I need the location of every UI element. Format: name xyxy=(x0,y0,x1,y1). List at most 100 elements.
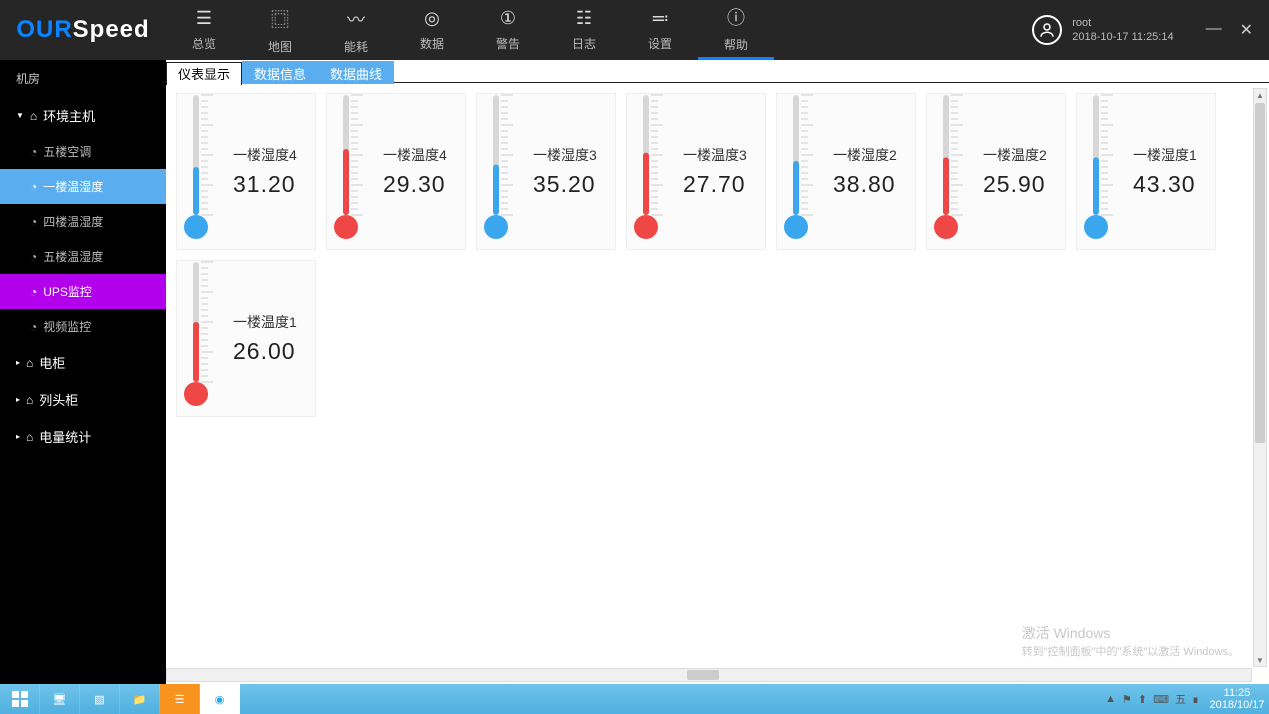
thermometer-icon xyxy=(477,100,529,243)
sidebar-group-1[interactable]: ▸⌂电柜 xyxy=(0,344,166,381)
sidebar-item-0-2[interactable]: ◔四楼温湿度 xyxy=(0,204,166,239)
topnav-label: 地图 xyxy=(268,38,292,55)
sidebar-item-label: 四楼温湿度 xyxy=(43,213,103,230)
close-button[interactable]: ✕ xyxy=(1240,20,1253,40)
bullet-icon: ◔ xyxy=(30,250,37,264)
gauge-card-7: 一楼温度1 26.00 xyxy=(176,260,316,417)
topnav-icon: ≕ xyxy=(651,8,669,29)
user-block[interactable]: root 2018-10-17 11:25:14 xyxy=(1032,15,1189,45)
gauge-label: 一楼湿度3 xyxy=(533,145,597,165)
tray-icon-1[interactable]: ⚑ xyxy=(1122,693,1132,706)
sidebar-item-0-3[interactable]: ◔ 五楼温湿度 xyxy=(0,239,166,274)
windows-taskbar[interactable]: 🖥 ▧ 📁 ☰ ◉ ▲ ⚑ ⬆ ⌨ 五 ∎ 11:25 2018/10/17 xyxy=(0,684,1269,714)
caret-icon: ▸ xyxy=(16,432,20,441)
gauge-card-4: 一楼湿度2 38.80 xyxy=(776,93,916,250)
gauge-label: 一楼温度2 xyxy=(983,145,1047,165)
sidebar-group-label: 列头柜 xyxy=(39,390,78,409)
caret-icon: ▼ xyxy=(16,111,24,120)
main-panel: 仪表显示数据信息数据曲线 一楼湿度4 31.20 一楼温度4 29.30 xyxy=(166,60,1269,684)
scroll-down-arrow[interactable]: ▼ xyxy=(1254,654,1266,666)
tab-2[interactable]: 数据曲线 xyxy=(318,61,394,84)
gauge-value: 38.80 xyxy=(833,171,896,198)
topnav-item-7[interactable]: ⓘ帮助 xyxy=(698,0,774,60)
tab-0[interactable]: 仪表显示 xyxy=(166,62,242,85)
sidebar-item-label: 五楼温湿度 xyxy=(43,248,103,265)
sidebar-item-0-4[interactable]: ◔ UPS监控 xyxy=(0,274,166,309)
thermometer-icon xyxy=(927,100,979,243)
gauge-value: 35.20 xyxy=(533,171,596,198)
sidebar-group-2[interactable]: ▸ ⌂ 列头柜 xyxy=(0,381,166,418)
bullet-icon: ◔ xyxy=(30,285,37,299)
horizontal-scrollbar[interactable] xyxy=(166,668,1252,682)
sidebar-heading: 机房 xyxy=(0,60,166,97)
gauge-label: 一楼湿度2 xyxy=(833,145,897,165)
thermometer-icon xyxy=(777,100,829,243)
home-icon: ⌂ xyxy=(26,393,33,407)
caret-icon: ▸ xyxy=(16,395,20,404)
bullet-icon: ◔ xyxy=(30,145,37,159)
taskbar-clock[interactable]: 11:25 2018/10/17 xyxy=(1205,684,1269,714)
tray-icon-2[interactable]: ⬆ xyxy=(1138,693,1147,706)
topnav-label: 日志 xyxy=(572,35,596,52)
bullet-icon: ◔ xyxy=(30,180,37,194)
bullet-icon: ◔ xyxy=(30,320,37,334)
topnav-icon: 〰 xyxy=(347,6,365,32)
windows-activation-watermark: 激活 Windows 转到"控制面板"中的"系统"以激活 Windows。 xyxy=(1022,623,1239,661)
sidebar-item-label: 视频监控 xyxy=(43,318,91,335)
gauge-card-5: 一楼温度2 25.90 xyxy=(926,93,1066,250)
tab-1[interactable]: 数据信息 xyxy=(242,61,318,84)
topnav-item-5[interactable]: ☷日志 xyxy=(546,0,622,60)
caret-icon: ▸ xyxy=(16,358,20,367)
topnav-label: 数据 xyxy=(420,35,444,52)
sidebar-item-0-1[interactable]: ◔一楼温湿度 xyxy=(0,169,166,204)
system-tray[interactable]: ▲ ⚑ ⬆ ⌨ 五 ∎ xyxy=(1099,684,1205,714)
topnav-label: 设置 xyxy=(648,35,672,52)
topnav-icon: ⓘ xyxy=(727,4,745,30)
topnav-item-2[interactable]: 〰能耗 xyxy=(318,0,394,60)
gauge-label: 一楼湿度4 xyxy=(233,145,297,165)
sidebar-item-label: UPS监控 xyxy=(43,283,92,300)
gauge-card-0: 一楼湿度4 31.20 xyxy=(176,93,316,250)
gauge-label: 一楼温度3 xyxy=(683,145,747,165)
gauge-value: 25.90 xyxy=(983,171,1046,198)
home-icon: ⌂ xyxy=(26,430,33,444)
tray-icon-5[interactable]: ∎ xyxy=(1192,693,1199,706)
gauge-value: 43.30 xyxy=(1133,171,1196,198)
tray-icon-3[interactable]: ⌨ xyxy=(1153,693,1169,706)
taskbar-app-2[interactable]: ▧ xyxy=(80,684,120,714)
sidebar-item-0-5[interactable]: ◔ 视频监控 xyxy=(0,309,166,344)
thermometer-icon xyxy=(177,267,229,410)
start-button[interactable] xyxy=(0,684,40,714)
topnav-item-4[interactable]: ①警告 xyxy=(470,0,546,60)
gauge-value: 31.20 xyxy=(233,171,296,198)
scroll-up-arrow[interactable]: ▲ xyxy=(1254,89,1266,101)
topnav-item-1[interactable]: ⿴地图 xyxy=(242,0,318,60)
topnav-item-0[interactable]: ☰ 总览 xyxy=(166,0,242,60)
sidebar-group-0[interactable]: ▼⌂环境主机 xyxy=(0,97,166,134)
user-datetime: 2018-10-17 11:25:14 xyxy=(1072,30,1173,44)
user-name: root xyxy=(1072,16,1173,30)
vertical-scrollbar[interactable]: ▲ ▼ xyxy=(1253,88,1267,667)
vertical-scroll-thumb[interactable] xyxy=(1255,103,1265,443)
taskbar-app-3[interactable]: 📁 xyxy=(120,684,160,714)
minimize-button[interactable]: — xyxy=(1206,20,1222,40)
topnav-item-6[interactable]: ≕ 设置 xyxy=(622,0,698,60)
taskbar-app-4[interactable]: ◉ xyxy=(200,684,240,714)
thermometer-icon xyxy=(177,100,229,243)
taskbar-app-xampp[interactable]: ☰ xyxy=(160,684,200,714)
topnav-icon: ☰ xyxy=(196,8,212,29)
gauge-label: 一楼温度1 xyxy=(233,312,297,332)
topnav-label: 总览 xyxy=(192,35,216,52)
sidebar-group-3[interactable]: ▸⌂电量统计 xyxy=(0,418,166,455)
sidebar: 机房 ▼⌂环境主机◔五楼空调◔一楼温湿度◔四楼温湿度◔五楼温湿度◔UPS监控◔视… xyxy=(0,60,166,684)
top-nav: ☰ 总览 ⿴地图〰能耗◎数据①警告☷日志 ≕ 设置 ⓘ帮助 xyxy=(166,0,774,60)
horizontal-scroll-thumb[interactable] xyxy=(687,670,719,680)
topnav-item-3[interactable]: ◎数据 xyxy=(394,0,470,60)
tray-icon-4[interactable]: 五 xyxy=(1175,691,1186,707)
sidebar-item-0-0[interactable]: ◔五楼空调 xyxy=(0,134,166,169)
tray-icon-0[interactable]: ▲ xyxy=(1105,693,1116,705)
watermark-title: 激活 Windows xyxy=(1022,623,1239,644)
taskbar-app-1[interactable]: 🖥 xyxy=(40,684,80,714)
gauge-value: 26.00 xyxy=(233,338,296,365)
thermometer-icon xyxy=(327,100,379,243)
